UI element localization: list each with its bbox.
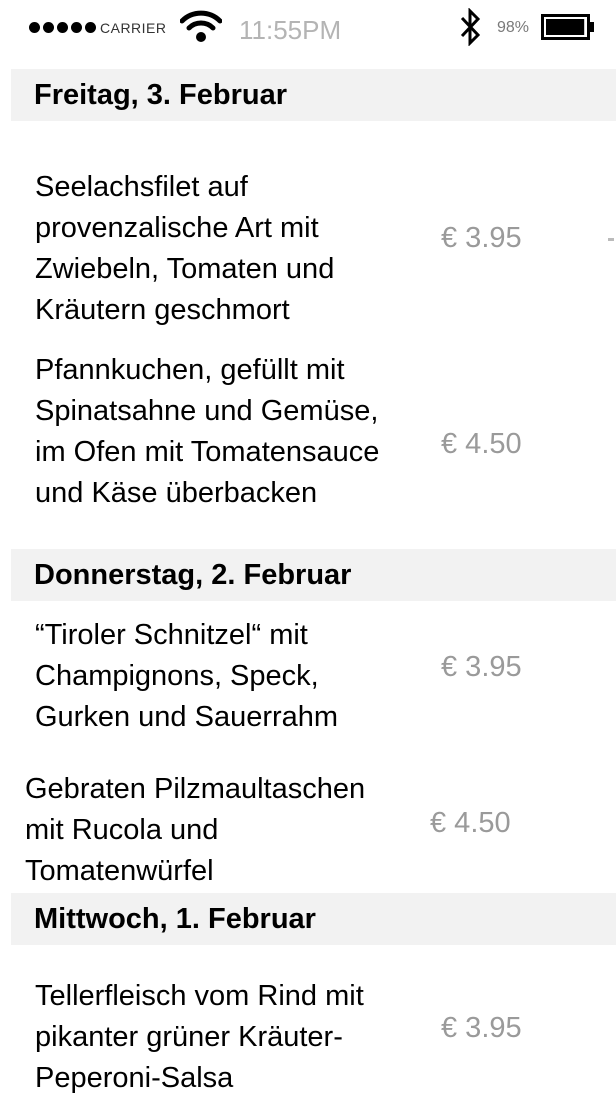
day-header-donnerstag: Donnerstag, 2. Februar: [11, 549, 616, 601]
day-header-freitag: Freitag, 3. Februar: [11, 69, 616, 121]
signal-strength-icon: [29, 22, 96, 34]
menu-item-name[interactable]: Seelachsfilet auf provenzalische Art mit…: [35, 167, 455, 331]
scroll-indicator: [608, 238, 614, 241]
menu-item-name[interactable]: Tellerfleisch vom Rind mit pikanter grün…: [35, 976, 455, 1099]
menu-item-price: € 3.95: [441, 651, 522, 683]
bluetooth-icon: [460, 8, 481, 46]
menu-item-price: € 4.50: [430, 807, 511, 839]
menu-item-name[interactable]: Gebraten Pilzmaultaschen mit Rucola und …: [25, 769, 445, 892]
status-bar: CARRIER 11:55PM 98%: [0, 0, 616, 62]
carrier-label: CARRIER: [100, 20, 167, 36]
day-header-mittwoch: Mittwoch, 1. Februar: [11, 893, 616, 945]
menu-item-price: € 4.50: [441, 428, 522, 460]
clock-time: 11:55PM: [239, 15, 342, 45]
menu-item-price: € 3.95: [441, 1012, 522, 1044]
battery-icon: [541, 14, 594, 40]
menu-item-name[interactable]: Pfannkuchen, gefüllt mit Spinatsahne und…: [35, 350, 455, 514]
wifi-icon: [180, 10, 222, 42]
menu-item-name[interactable]: “Tiroler Schnitzel“ mit Champignons, Spe…: [35, 615, 455, 738]
menu-item-price: € 3.95: [441, 222, 522, 254]
battery-percentage: 98%: [497, 19, 530, 36]
